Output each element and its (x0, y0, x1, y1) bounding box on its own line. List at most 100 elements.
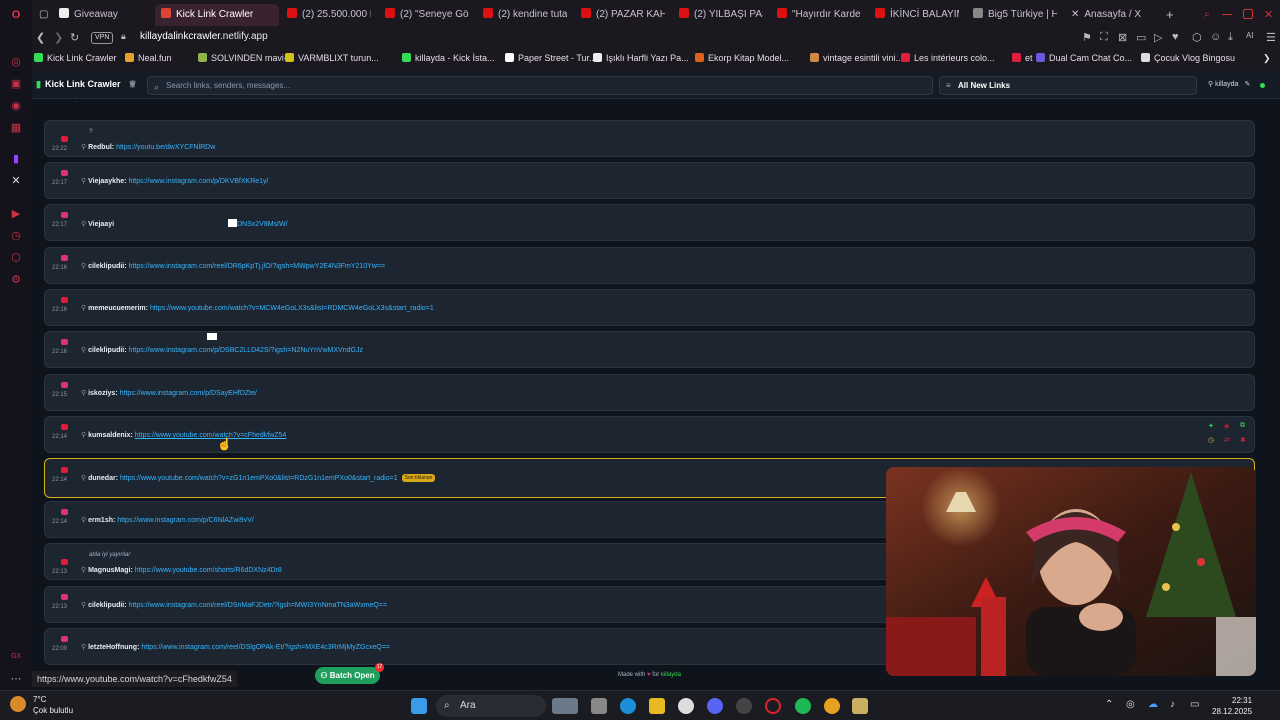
bookmarks-more-icon[interactable]: ❯ (1263, 53, 1271, 64)
sender-name[interactable]: cileklipudii: (88, 263, 127, 270)
link-url[interactable]: https://www.youtube.com/watch?v=zG1n1emP… (120, 475, 398, 482)
task-view-icon[interactable] (591, 698, 607, 714)
aria-icon[interactable]: ◎ (9, 55, 23, 69)
tab-x[interactable]: ✕ Anasayfa / X (1071, 4, 1155, 26)
bookmark-item[interactable]: vintage esintili vini... (810, 53, 903, 63)
obs-icon[interactable] (736, 698, 752, 714)
edit-icon[interactable]: ✎ (1244, 81, 1250, 88)
sender-name[interactable]: cileklipudii: (88, 347, 127, 354)
bookmark-item[interactable]: VARMBLIXT turun... (285, 53, 379, 63)
link-card[interactable]: 22:16 ⚲ cileklipudii: https://www.instagr… (44, 247, 1255, 284)
windows-start-icon[interactable] (411, 698, 427, 714)
spotify-icon[interactable] (795, 698, 811, 714)
tab-youtube-1[interactable]: (2) 25.500.000 De (287, 4, 371, 26)
youtube-action-icon[interactable]: ◈ (1224, 422, 1229, 430)
tab-youtube-2[interactable]: (2) "Seneye Görü (385, 4, 469, 26)
tab-giveaway[interactable]: Giveaway (59, 4, 149, 26)
link-url[interactable]: https://www.instagram.com/reel/DR6pKpTj.… (129, 263, 386, 270)
link-url[interactable]: https://www.instagram.com/reel/DSlgOPAk-… (141, 644, 390, 651)
link-url[interactable]: https://www.youtube.com/shorts/R6dDXNz4D… (135, 567, 282, 574)
widgets-icon[interactable] (552, 698, 578, 714)
extensions-icon[interactable]: ▣ (9, 77, 23, 91)
profile-icon[interactable]: ☺ (1210, 31, 1221, 43)
tab-kick-link-crawler[interactable]: Kick Link Crawler (155, 4, 279, 26)
music-icon[interactable]: ▦ (9, 121, 23, 135)
pinboard-icon[interactable]: ⬡ (9, 251, 23, 265)
menu-icon[interactable]: ☰ (1266, 31, 1276, 44)
x-icon[interactable]: ✕ (9, 174, 23, 188)
cloud-icon[interactable]: ☁ (1148, 699, 1158, 710)
tab-big5[interactable]: Big5 Türkiye | Ha (973, 4, 1057, 26)
delete-icon[interactable]: ✖ (1240, 436, 1246, 444)
link-card[interactable]: 22:16 ⚲ memeucuemerim: https://www.youtub… (44, 289, 1255, 326)
close-window-icon[interactable]: ✕ (1264, 4, 1276, 26)
sender-name[interactable]: erm1sh: (88, 517, 115, 524)
sender-name[interactable]: memeucuemerim: (88, 305, 148, 312)
link-card[interactable]: 22:14 ⚲ kumsaldenix: https://www.youtube.… (44, 416, 1255, 453)
chrome-icon[interactable] (824, 698, 840, 714)
link-url[interactable]: https://www.youtube.com/watch?v=MCW4eGoL… (150, 305, 434, 312)
tab-youtube-6[interactable]: "Hayırdır Kardeş" (777, 4, 861, 26)
heart-icon[interactable]: ♥ (1172, 31, 1179, 43)
sender-name[interactable]: MagnusMagi: (88, 567, 133, 574)
link-url[interactable]: https://youtu.be/dwXYCFNlRDw (116, 144, 215, 151)
url-field[interactable]: killaydalinkcrawler.netlify.app (140, 31, 268, 42)
link-card[interactable]: 22:22? ⚲ Redbul: https://youtu.be/dwXYCFN… (44, 120, 1255, 157)
app-logo[interactable]: ▮ Kick Link Crawler ♕ (36, 79, 137, 90)
bookmark-item[interactable]: Paper Street - Tur... (505, 53, 597, 63)
vpn-badge[interactable]: VPN (91, 32, 114, 44)
bookmark-item[interactable]: Dual Cam Chat Co... (1036, 53, 1132, 63)
sender-name[interactable]: Viejaayi (88, 221, 114, 228)
reload-icon[interactable]: ↻ (70, 31, 79, 44)
network-icon[interactable]: ▭ (1190, 699, 1199, 710)
mic-icon[interactable]: ♪ (1170, 699, 1175, 710)
search-input[interactable]: ⌕ Search links, senders, messages... (147, 76, 933, 95)
link-url[interactable]: DNSx2V8MsIW/ (237, 221, 288, 228)
settings-app-icon[interactable] (678, 698, 694, 714)
extensions-puzzle-icon[interactable]: ⬡ (1192, 31, 1202, 44)
weather-icon[interactable] (10, 696, 26, 712)
tab-youtube-7[interactable]: İKİNCİ BALAYIMIZ (875, 4, 959, 26)
file-explorer-icon[interactable] (649, 698, 665, 714)
batch-open-button[interactable]: ⚇ Batch Open (315, 667, 380, 684)
tab-overview-icon[interactable]: ▢ (39, 4, 57, 26)
settings-icon[interactable]: ⚙ (9, 273, 23, 287)
aria-ai-icon[interactable]: AI (1246, 31, 1254, 40)
link-card[interactable]: 22:15 ⚲ iskoziys: https://www.instagram.c… (44, 374, 1255, 411)
weather-widget[interactable]: 7°C Çok bulutlu (33, 694, 73, 716)
share-icon[interactable]: ⇄ (1224, 436, 1230, 444)
player-icon[interactable]: ▷ (1154, 31, 1162, 44)
link-url[interactable]: https://www.instagram.com/p/DKVBfXKRe1y/ (128, 178, 268, 185)
copy-icon[interactable]: ◷ (1208, 436, 1214, 444)
link-card[interactable]: 22:17 ⚲ Viejaaykhe: https://www.instagram… (44, 162, 1255, 199)
trophy-icon[interactable]: ♕ (128, 79, 136, 89)
tray-chevron-icon[interactable]: ⌃ (1105, 699, 1113, 710)
minimize-icon[interactable] (1222, 14, 1232, 15)
bookmark-item[interactable]: Ekorp Kitap Model... (695, 53, 789, 63)
search-tabs-icon[interactable]: ⌕ (1204, 4, 1216, 26)
open-icon[interactable]: ⧉ (1240, 422, 1245, 430)
app-icon[interactable] (852, 698, 868, 714)
pin-icon[interactable]: ✦ (1208, 422, 1214, 430)
sender-name[interactable]: cileklipudii: (88, 602, 127, 609)
sender-name[interactable]: dunedar: (88, 475, 118, 482)
bookmark-icon[interactable]: ⚑ (1082, 31, 1092, 44)
history-icon[interactable]: ◷ (9, 229, 23, 243)
sender-name[interactable]: kumsaldenix: (88, 432, 133, 439)
wallet-icon[interactable]: ▭ (1136, 31, 1146, 44)
link-url[interactable]: https://www.instagram.com/p/C6NlAZwi9vV/ (117, 517, 254, 524)
opera-gx-icon[interactable] (765, 698, 781, 714)
link-card[interactable]: 22:16 ⚲ cileklipudii: https://www.instagr… (44, 331, 1255, 368)
bookmark-item[interactable]: SOLVINDEN mavi-... (198, 53, 294, 63)
opera-logo-icon[interactable]: O (9, 8, 23, 22)
taskbar-search[interactable]: ⌕ Ara (436, 695, 546, 717)
tray-app-icon[interactable]: ◎ (1126, 699, 1135, 710)
sender-name[interactable]: Redbul: (88, 144, 114, 151)
bookmark-item[interactable]: Kick Link Crawler (34, 53, 117, 63)
adblock-icon[interactable]: ⊠ (1118, 31, 1127, 44)
bookmark-item[interactable]: Neal.fun (125, 53, 172, 63)
filter-dropdown[interactable]: ≡ All New Links (939, 76, 1197, 95)
gx-icon[interactable]: GX (9, 650, 23, 664)
sender-name[interactable]: letzteHoffnung: (88, 644, 139, 651)
new-tab-icon[interactable]: + (1166, 4, 1178, 26)
